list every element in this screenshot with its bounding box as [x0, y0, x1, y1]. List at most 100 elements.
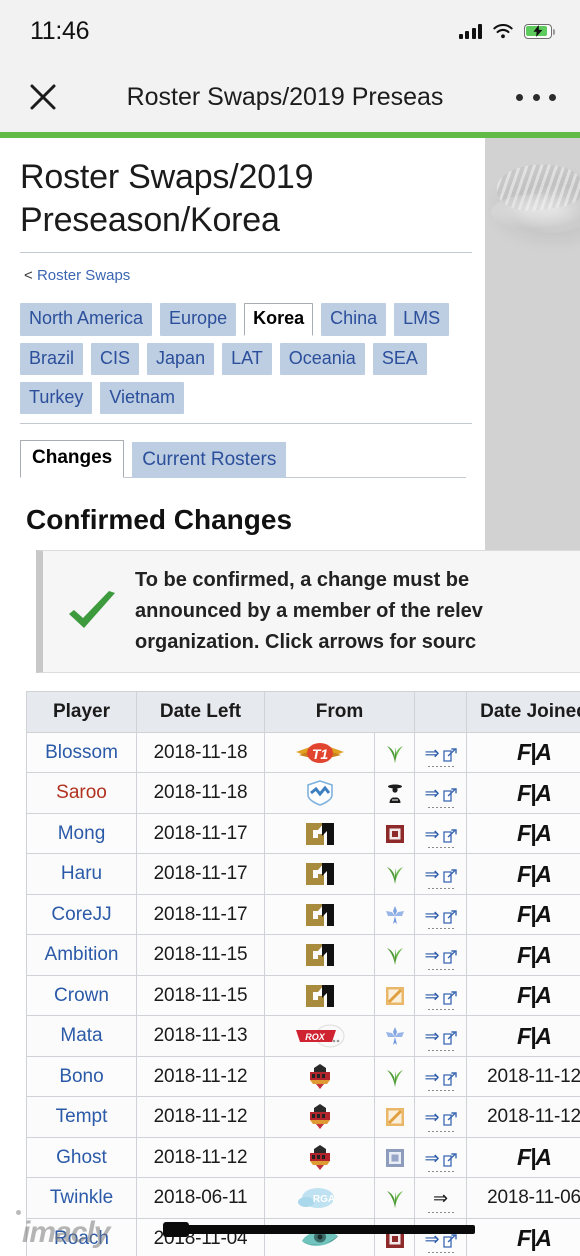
cell-leave-source[interactable]: ⇒ — [414, 1136, 467, 1179]
external-link-icon[interactable] — [442, 746, 457, 762]
source-arrow-icon[interactable]: ⇒ — [424, 825, 439, 843]
tab-current-rosters[interactable]: Current Rosters — [132, 442, 287, 479]
source-arrow-icon[interactable]: ⇒ — [424, 946, 439, 964]
cell-player: Ambition — [26, 934, 137, 976]
cell-from-team[interactable]: RGA — [264, 1177, 375, 1219]
region-tag-turkey[interactable]: Turkey — [20, 382, 93, 415]
cell-from-team[interactable] — [264, 1096, 375, 1138]
region-tag-korea[interactable]: Korea — [244, 303, 314, 337]
team-logo-kz-icon[interactable] — [294, 1063, 346, 1091]
team-logo-rga-icon[interactable]: RGA — [294, 1184, 346, 1212]
player-link[interactable]: Haru — [61, 863, 102, 884]
team-logo-kz-icon[interactable] — [294, 1144, 346, 1172]
source-arrow-icon[interactable]: ⇒ — [424, 865, 439, 883]
cell-from-team[interactable] — [264, 853, 375, 895]
player-link[interactable]: Mata — [60, 1025, 102, 1046]
cell-from-team[interactable] — [264, 974, 375, 1017]
region-tag-oceania[interactable]: Oceania — [279, 343, 365, 376]
table-row: Tempt 2018-11-12 ⇒ 2018-11-12 — [26, 1096, 580, 1138]
external-link-icon[interactable] — [442, 908, 457, 924]
region-tag-cis[interactable]: CIS — [91, 343, 140, 376]
cell-leave-source[interactable]: ⇒ — [414, 1177, 467, 1219]
cell-date-left: 2018-11-17 — [136, 853, 265, 895]
player-link[interactable]: Tempt — [56, 1106, 108, 1127]
cell-from-team[interactable] — [264, 772, 375, 814]
cell-leave-source[interactable]: ⇒ — [414, 853, 467, 895]
cell-player: Crown — [26, 974, 137, 1017]
cell-leave-source[interactable]: ⇒ — [414, 1055, 467, 1098]
cell-leave-source[interactable]: ⇒ — [414, 1015, 467, 1057]
source-arrow-icon[interactable]: ⇒ — [433, 1189, 448, 1207]
team-logo-gen-icon[interactable] — [294, 901, 346, 929]
region-tag-vietnam[interactable]: Vietnam — [100, 382, 185, 415]
player-link[interactable]: Saroo — [56, 782, 107, 803]
cell-from-team[interactable]: ROX — [264, 1015, 375, 1057]
cell-leave-source[interactable]: ⇒ — [414, 731, 467, 774]
player-link[interactable]: Bono — [59, 1066, 103, 1087]
region-tag-lat[interactable]: LAT — [222, 343, 272, 376]
team-logo-gen-icon[interactable] — [294, 820, 346, 848]
team-logo-kt-icon[interactable] — [294, 779, 346, 807]
team-logo-kz-icon[interactable] — [294, 1103, 346, 1131]
external-link-icon[interactable] — [442, 1151, 457, 1167]
player-link[interactable]: Ghost — [56, 1147, 107, 1168]
team-logo-gen-icon[interactable] — [294, 860, 346, 888]
region-tag-lms[interactable]: LMS — [394, 303, 450, 337]
cell-leave-source[interactable]: ⇒ — [414, 772, 467, 814]
cell-leave-source[interactable]: ⇒ — [414, 974, 467, 1017]
cell-from-team[interactable] — [264, 1217, 375, 1256]
cell-from-team[interactable] — [264, 1136, 375, 1179]
cell-leave-source[interactable]: ⇒ — [414, 893, 467, 936]
player-link[interactable]: Ambition — [45, 944, 119, 965]
source-arrow-icon[interactable]: ⇒ — [424, 906, 439, 924]
source-arrow-icon[interactable]: ⇒ — [424, 987, 439, 1005]
cell-from-team[interactable] — [264, 934, 375, 976]
date-joined-value: 2018-11-12 — [487, 1065, 580, 1087]
external-link-icon[interactable] — [442, 1029, 457, 1045]
team-logo-gen-icon[interactable] — [294, 941, 346, 969]
cell-leave-source[interactable]: ⇒ — [414, 812, 467, 855]
cell-from-team[interactable] — [264, 893, 375, 936]
cell-leave-source[interactable]: ⇒ — [414, 934, 467, 976]
tab-changes[interactable]: Changes — [20, 440, 125, 479]
player-link[interactable]: CoreJJ — [51, 904, 111, 925]
team-logo-gen-icon[interactable] — [294, 982, 346, 1010]
player-link[interactable]: Crown — [54, 985, 109, 1006]
source-arrow-icon[interactable]: ⇒ — [424, 784, 439, 802]
external-link-icon[interactable] — [442, 786, 457, 802]
cell-leave-source[interactable]: ⇒ — [414, 1096, 467, 1138]
team-logo-rox-icon[interactable]: ROX — [294, 1022, 346, 1050]
cell-from-team[interactable] — [264, 812, 375, 855]
region-tag-north-america[interactable]: North America — [20, 303, 153, 337]
source-arrow-icon[interactable]: ⇒ — [424, 1149, 439, 1167]
region-tag-europe[interactable]: Europe — [160, 303, 237, 337]
source-arrow-icon[interactable]: ⇒ — [424, 1027, 439, 1045]
cell-leave-source[interactable]: ⇒ — [414, 1217, 467, 1256]
source-arrow-icon[interactable]: ⇒ — [424, 1068, 439, 1086]
player-link[interactable]: Mong — [58, 823, 106, 844]
external-link-icon[interactable] — [442, 948, 457, 964]
external-link-icon[interactable] — [442, 1110, 457, 1126]
breadcrumb-link[interactable]: Roster Swaps — [37, 267, 130, 284]
region-tag-japan[interactable]: Japan — [147, 343, 215, 376]
close-icon[interactable] — [26, 80, 60, 114]
source-arrow-icon[interactable]: ⇒ — [424, 744, 439, 762]
region-tag-brazil[interactable]: Brazil — [20, 343, 84, 376]
cell-role — [374, 1177, 415, 1219]
breadcrumb[interactable]: < Roster Swaps — [20, 253, 130, 284]
player-link[interactable]: Twinkle — [50, 1187, 113, 1208]
external-link-icon[interactable] — [442, 827, 457, 843]
more-options-icon[interactable] — [516, 93, 556, 101]
status-indicators — [458, 23, 556, 39]
external-link-icon[interactable] — [442, 867, 457, 883]
region-tag-china[interactable]: China — [321, 303, 387, 337]
external-link-icon[interactable] — [442, 1070, 457, 1086]
player-link[interactable]: Blossom — [45, 742, 118, 763]
cell-from-team[interactable] — [264, 1055, 375, 1098]
external-link-icon[interactable] — [442, 989, 457, 1005]
team-logo-t1-icon[interactable]: T1 — [294, 739, 346, 767]
source-arrow-icon[interactable]: ⇒ — [424, 1108, 439, 1126]
player-link[interactable]: Roach — [54, 1228, 109, 1249]
cell-from-team[interactable]: T1 — [264, 731, 375, 774]
region-tag-sea[interactable]: SEA — [372, 343, 427, 376]
